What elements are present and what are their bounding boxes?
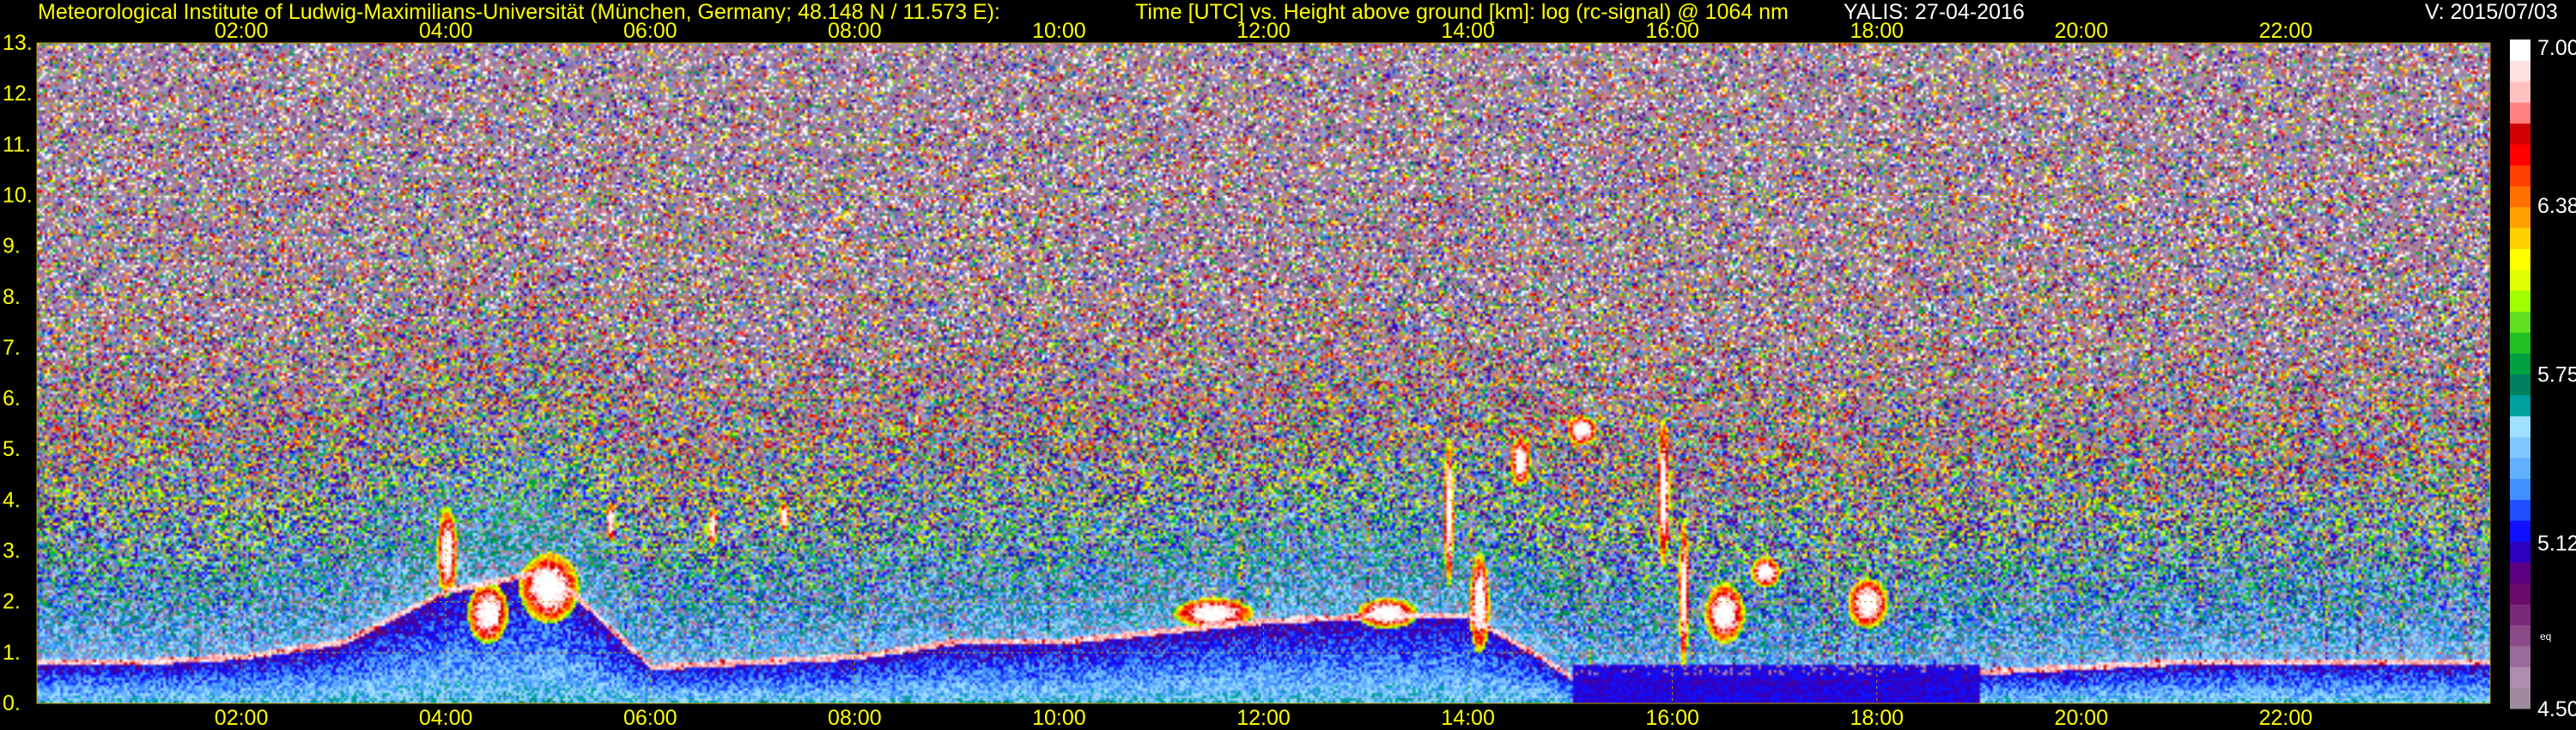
colorbar: 7.00 6.38 5.75 5.12 4.50 eq bbox=[2510, 36, 2576, 721]
colorbar-swatch bbox=[2510, 311, 2530, 333]
colorbar-swatch bbox=[2510, 416, 2530, 438]
colorbar-swatch bbox=[2510, 123, 2530, 145]
colorbar-swatch bbox=[2510, 541, 2530, 563]
x-tick-label-top: 16:00 bbox=[1645, 19, 1699, 43]
colorbar-swatch bbox=[2510, 645, 2530, 667]
colorbar-swatch bbox=[2510, 353, 2530, 374]
y-tick-label: 3. bbox=[3, 539, 21, 563]
x-tick-label-top: 18:00 bbox=[1850, 19, 1904, 43]
x-tick-label-bottom: 04:00 bbox=[419, 706, 473, 730]
plot-area bbox=[36, 42, 2491, 704]
colorbar-swatch bbox=[2510, 248, 2530, 271]
colorbar-tick-label: 7.00 bbox=[2537, 36, 2576, 60]
x-tick-label-top: 02:00 bbox=[215, 19, 269, 43]
y-tick-label: 6. bbox=[3, 386, 21, 411]
colorbar-swatch bbox=[2510, 102, 2530, 124]
x-tick-label-top: 14:00 bbox=[1441, 19, 1495, 43]
colorbar-tick-label: 5.75 bbox=[2537, 363, 2576, 387]
lidar-quicklook: Meteorological Institute of Ludwig-Maxim… bbox=[0, 0, 2576, 730]
y-tick-label: 12. bbox=[3, 82, 33, 106]
colorbar-swatch bbox=[2510, 436, 2530, 459]
colorbar-swatch bbox=[2510, 499, 2530, 521]
y-axis: 1. 2. 3. 4. 5. 6. 7. 8. 9. 10. 11. 12. 13. 0. bbox=[3, 31, 33, 715]
x-tick-label-top: 12:00 bbox=[1236, 19, 1291, 43]
y-tick-label: 0. bbox=[3, 691, 21, 715]
chart: 1. 2. 3. 4. 5. 6. 7. 8. 9. 10. 11. 12. 13. 0. 02:00 04… bbox=[3, 19, 2576, 730]
colorbar-swatch bbox=[2510, 562, 2530, 584]
x-tick-label-bottom: 08:00 bbox=[828, 706, 882, 730]
y-tick-label: 1. bbox=[3, 641, 21, 665]
colorbar-swatch bbox=[2510, 457, 2530, 479]
colorbar-swatch bbox=[2510, 394, 2530, 417]
x-tick-label-top: 04:00 bbox=[419, 19, 473, 43]
colorbar-swatch bbox=[2510, 687, 2530, 709]
colorbar-swatch bbox=[2510, 60, 2530, 82]
x-tick-label-bottom: 22:00 bbox=[2259, 706, 2313, 730]
y-tick-label: 13. bbox=[3, 31, 33, 55]
colorbar-tick-label: 5.12 bbox=[2537, 532, 2576, 556]
y-tick-label: 9. bbox=[3, 234, 21, 259]
x-tick-label-bottom: 10:00 bbox=[1032, 706, 1086, 730]
x-tick-label-bottom: 16:00 bbox=[1645, 706, 1699, 730]
y-tick-label: 4. bbox=[3, 488, 21, 512]
y-tick-label: 5. bbox=[3, 437, 21, 461]
colorbar-swatch bbox=[2510, 332, 2530, 354]
x-tick-label-top: 06:00 bbox=[623, 19, 677, 43]
x-tick-label-bottom: 06:00 bbox=[623, 706, 677, 730]
colorbar-swatch bbox=[2510, 624, 2530, 647]
colorbar-swatch bbox=[2510, 186, 2530, 208]
y-tick-label: 2. bbox=[3, 590, 21, 614]
y-tick-label: 10. bbox=[3, 183, 33, 207]
colorbar-swatch bbox=[2510, 81, 2530, 103]
colorbar-swatch bbox=[2510, 374, 2530, 396]
colorbar-extra-label: eq bbox=[2540, 630, 2551, 642]
x-tick-label-bottom: 20:00 bbox=[2055, 706, 2109, 730]
colorbar-tick-label: 4.50 bbox=[2537, 697, 2576, 721]
colorbar-swatch bbox=[2510, 582, 2530, 605]
x-axis-top: 02:00 04:00 06:00 08:00 10:00 12:00 14:00 16:00… bbox=[215, 19, 2312, 43]
colorbar-tick-label: 6.38 bbox=[2537, 194, 2576, 218]
x-tick-label-bottom: 14:00 bbox=[1441, 706, 1495, 730]
x-tick-label-bottom: 02:00 bbox=[215, 706, 269, 730]
colorbar-swatch bbox=[2510, 666, 2530, 689]
x-tick-label-top: 22:00 bbox=[2259, 19, 2313, 43]
colorbar-swatch bbox=[2510, 40, 2530, 61]
y-tick-label: 7. bbox=[3, 336, 21, 360]
colorbar-swatch bbox=[2510, 165, 2530, 186]
colorbar-swatch bbox=[2510, 269, 2530, 291]
colorbar-swatch bbox=[2510, 604, 2530, 626]
x-tick-label-top: 20:00 bbox=[2055, 19, 2109, 43]
x-tick-label-bottom: 18:00 bbox=[1850, 706, 1904, 730]
colorbar-swatch bbox=[2510, 478, 2530, 501]
colorbar-swatch bbox=[2510, 143, 2530, 166]
x-tick-label-top: 08:00 bbox=[828, 19, 882, 43]
y-tick-label: 8. bbox=[3, 285, 21, 309]
x-axis-bottom: 02:00 04:00 06:00 08:00 10:00 12:00 14:00 16:00… bbox=[215, 706, 2312, 730]
colorbar-swatch bbox=[2510, 520, 2530, 542]
x-tick-label-bottom: 12:00 bbox=[1236, 706, 1291, 730]
colorbar-swatch bbox=[2510, 228, 2530, 249]
x-tick-label-top: 10:00 bbox=[1032, 19, 1086, 43]
colorbar-swatch bbox=[2510, 206, 2530, 228]
colorbar-swatch bbox=[2510, 290, 2530, 312]
y-tick-label: 11. bbox=[3, 132, 31, 156]
